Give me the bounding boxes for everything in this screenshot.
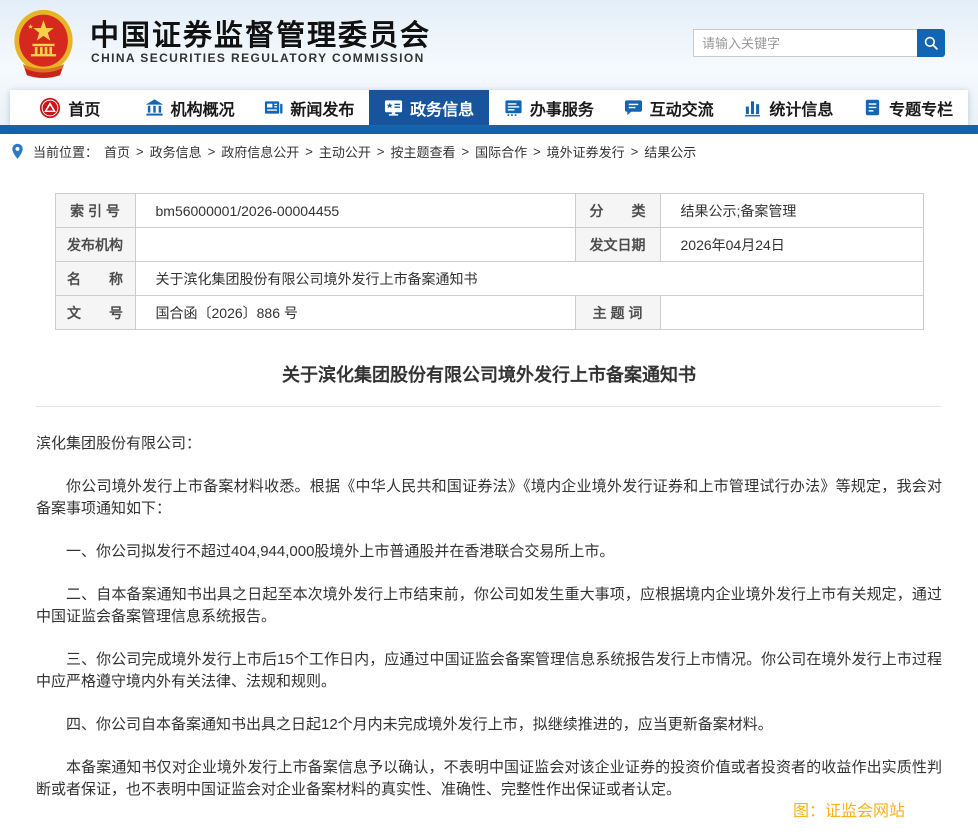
title-divider xyxy=(36,406,942,407)
nav-label: 政务信息 xyxy=(410,101,475,119)
table-row: 索 引 号 bm56000001/2026-00004455 分 类 结果公示;… xyxy=(54,193,924,228)
breadcrumb-item-gov-info[interactable]: 政务信息 xyxy=(150,142,202,161)
nav-accent-bar xyxy=(0,125,978,134)
doc-number-value: 国合函〔2026〕886 号 xyxy=(134,295,576,330)
page: 中国证券监督管理委员会 CHINA SECURITIES REGULATORY … xyxy=(0,0,978,835)
keywords-label: 主 题 词 xyxy=(574,295,661,330)
nav-item-gov-info[interactable]: 政务信息 xyxy=(369,90,489,125)
name-label: 名 称 xyxy=(54,261,136,296)
nav-label: 专题专栏 xyxy=(889,101,954,119)
nav-label: 统计信息 xyxy=(769,101,834,119)
table-row: 文 号 国合函〔2026〕886 号 主 题 词 xyxy=(54,295,924,330)
breadcrumb-item-intl-coop[interactable]: 国际合作 xyxy=(475,142,527,161)
breadcrumb-separator: > xyxy=(461,143,470,159)
breadcrumb-item-overseas-issuance[interactable]: 境外证券发行 xyxy=(547,142,625,161)
nav-item-special-topics[interactable]: 专题专栏 xyxy=(848,90,968,125)
document-icon xyxy=(865,99,880,116)
document-area: 关于滨化集团股份有限公司境外发行上市备案通知书 滨化集团股份有限公司： 你公司境… xyxy=(0,364,978,801)
bank-icon xyxy=(145,99,163,116)
paragraph-item-4: 四、你公司自本备案通知书出具之日起12个月内未完成境外发行上市，拟继续推进的，应… xyxy=(66,716,773,733)
table-row: 名 称 关于滨化集团股份有限公司境外发行上市备案通知书 xyxy=(54,261,924,296)
document-body: 滨化集团股份有限公司： 你公司境外发行上市备案材料收悉。根据《中华人民共和国证券… xyxy=(36,433,942,801)
form-icon xyxy=(505,100,522,117)
search-input[interactable] xyxy=(693,29,917,57)
nav-label: 新闻发布 xyxy=(290,101,355,119)
nav-label: 办事服务 xyxy=(529,101,594,119)
image-source-credit: 图：证监会网站 xyxy=(792,803,905,820)
news-icon xyxy=(265,101,283,114)
nav-label: 机构概况 xyxy=(170,101,235,119)
name-value: 关于滨化集团股份有限公司境外发行上市备案通知书 xyxy=(134,261,924,296)
breadcrumb-separator: > xyxy=(376,143,385,159)
breadcrumb-item-by-topic[interactable]: 按主题查看 xyxy=(390,142,455,161)
breadcrumb-separator: > xyxy=(207,143,216,159)
csrc-logo-icon xyxy=(40,97,61,118)
breadcrumb-item-results[interactable]: 结果公示 xyxy=(644,142,696,161)
main-nav: 首页 机构概况 新闻发布 政务信息 办事服务 互动交流 统计信息 专题专栏 xyxy=(10,90,968,125)
breadcrumb: 当前位置： 首页 > 政务信息 > 政府信息公开 > 主动公开 > 按主题查看 … xyxy=(0,134,978,168)
breadcrumb-prefix: 当前位置： xyxy=(33,144,99,160)
breadcrumb-item-disclosure[interactable]: 政府信息公开 xyxy=(221,142,299,161)
nav-item-about[interactable]: 机构概况 xyxy=(130,90,250,125)
nav-item-services[interactable]: 办事服务 xyxy=(489,90,609,125)
issuing-agency-label: 发布机构 xyxy=(54,227,136,262)
issuing-agency-value xyxy=(134,227,576,262)
search-box xyxy=(693,29,945,57)
bar-chart-icon xyxy=(745,101,761,117)
search-button[interactable] xyxy=(917,29,945,57)
doc-number-label: 文 号 xyxy=(54,295,136,330)
paragraph-disclaimer: 本备案通知书仅对企业境外发行上市备案信息予以确认，不表明中国证监会对该企业证券的… xyxy=(36,759,942,798)
breadcrumb-separator: > xyxy=(533,143,541,159)
index-number-value: bm56000001/2026-00004455 xyxy=(134,193,576,228)
paragraph-item-3: 三、你公司完成境外发行上市后15个工作日内，应通过中国证监会备案管理信息系统报告… xyxy=(36,651,942,690)
issue-date-value: 2026年04月24日 xyxy=(659,227,924,262)
document-title: 关于滨化集团股份有限公司境外发行上市备案通知书 xyxy=(282,365,696,385)
nav-label: 首页 xyxy=(68,101,101,119)
site-subtitle-en: CHINA SECURITIES REGULATORY COMMISSION xyxy=(91,51,425,65)
keywords-value xyxy=(659,295,924,330)
breadcrumb-separator: > xyxy=(136,143,144,159)
category-label: 分 类 xyxy=(574,193,661,228)
breadcrumb-item-proactive[interactable]: 主动公开 xyxy=(319,142,371,161)
nav-item-interaction[interactable]: 互动交流 xyxy=(609,90,729,125)
nav-item-news[interactable]: 新闻发布 xyxy=(250,90,370,125)
breadcrumb-separator: > xyxy=(305,143,313,159)
salutation: 滨化集团股份有限公司： xyxy=(36,435,202,452)
table-row: 发布机构 发文日期 2026年04月24日 xyxy=(54,227,924,262)
category-value: 结果公示;备案管理 xyxy=(659,193,924,228)
paragraph-item-2: 二、自本备案通知书出具之日起至本次境外发行上市结束前，你公司如发生重大事项，应根… xyxy=(36,586,942,625)
search-icon xyxy=(924,36,938,50)
nav-item-home[interactable]: 首页 xyxy=(10,90,130,125)
paragraph-item-1: 一、你公司拟发行不超过404,944,000股境外上市普通股并在香港联合交易所上… xyxy=(66,543,615,560)
document-meta-table: 索 引 号 bm56000001/2026-00004455 分 类 结果公示;… xyxy=(54,193,924,330)
national-emblem-logo xyxy=(14,9,73,79)
index-number-label: 索 引 号 xyxy=(54,193,136,228)
top-banner: 中国证券监督管理委员会 CHINA SECURITIES REGULATORY … xyxy=(0,0,978,125)
site-title: 中国证券监督管理委员会 xyxy=(90,20,432,52)
paragraph-intro: 你公司境外发行上市备案材料收悉。根据《中华人民共和国证券法》《境内企业境外发行证… xyxy=(36,478,942,517)
nav-item-statistics[interactable]: 统计信息 xyxy=(729,90,849,125)
nav-label: 互动交流 xyxy=(649,101,714,119)
location-pin-icon xyxy=(11,143,24,160)
chat-icon xyxy=(624,100,642,116)
breadcrumb-item-home[interactable]: 首页 xyxy=(104,142,130,161)
monitor-icon xyxy=(385,100,403,116)
site-header: 中国证券监督管理委员会 CHINA SECURITIES REGULATORY … xyxy=(0,0,978,90)
breadcrumb-separator: > xyxy=(630,143,639,159)
issue-date-label: 发文日期 xyxy=(574,227,661,262)
